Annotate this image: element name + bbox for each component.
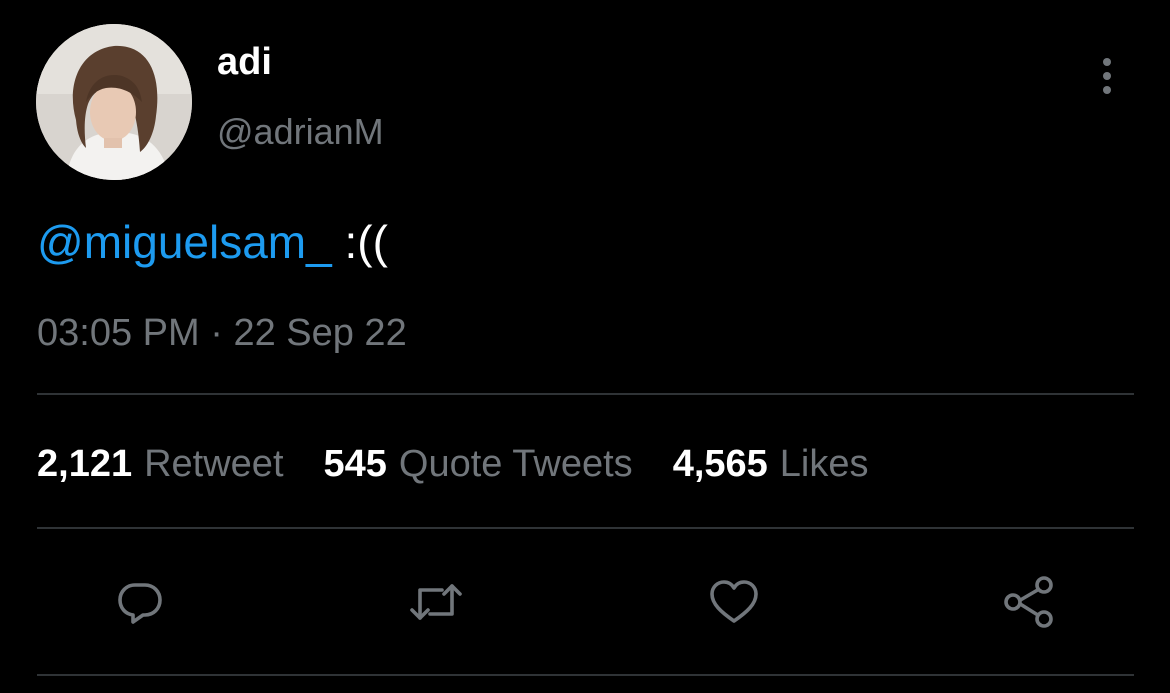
tweet-timestamp[interactable]: 03:05 PM · 22 Sep 22 [37, 308, 407, 358]
retweet-button[interactable] [404, 570, 468, 634]
stat-label: Retweet [144, 442, 284, 485]
action-bar [0, 560, 1170, 644]
quote-tweet-count[interactable]: 545 Quote Tweets [324, 443, 633, 486]
tweet-body: :(( [331, 216, 388, 268]
like-button[interactable] [702, 570, 766, 634]
stat-label: Likes [779, 442, 869, 485]
more-options-button[interactable] [1090, 52, 1124, 100]
stat-count: 545 [323, 442, 387, 485]
heart-icon [710, 580, 758, 623]
reply-button[interactable] [108, 570, 172, 634]
tweet-time: 03:05 PM [37, 312, 200, 354]
stat-count: 4,565 [672, 442, 768, 485]
divider [37, 393, 1134, 395]
tweet-detail: adi @adrianM @miguelsam_ :(( 03:05 PM · … [0, 0, 1170, 693]
stat-count: 2,121 [37, 442, 133, 485]
reply-icon [118, 583, 162, 624]
stat-label: Quote Tweets [398, 442, 633, 485]
divider [37, 674, 1134, 676]
avatar[interactable] [36, 24, 192, 180]
user-handle[interactable]: @adrianM [217, 110, 384, 154]
display-name[interactable]: adi [217, 40, 272, 84]
more-vertical-icon [1103, 58, 1111, 94]
retweet-count[interactable]: 2,121 Retweet [37, 443, 284, 486]
timestamp-separator: · [199, 312, 234, 354]
tweet-date: 22 Sep 22 [233, 312, 407, 354]
share-icon [1004, 576, 1053, 628]
share-button[interactable] [997, 570, 1061, 634]
engagement-stats: 2,121 Retweet 545 Quote Tweets 4,565 Lik… [37, 436, 869, 492]
avatar-image [36, 24, 192, 180]
tweet-text: @miguelsam_ :(( [37, 212, 388, 272]
divider [37, 527, 1134, 529]
like-count[interactable]: 4,565 Likes [673, 443, 869, 486]
mention-link[interactable]: @miguelsam_ [37, 216, 332, 268]
retweet-icon [410, 584, 462, 620]
